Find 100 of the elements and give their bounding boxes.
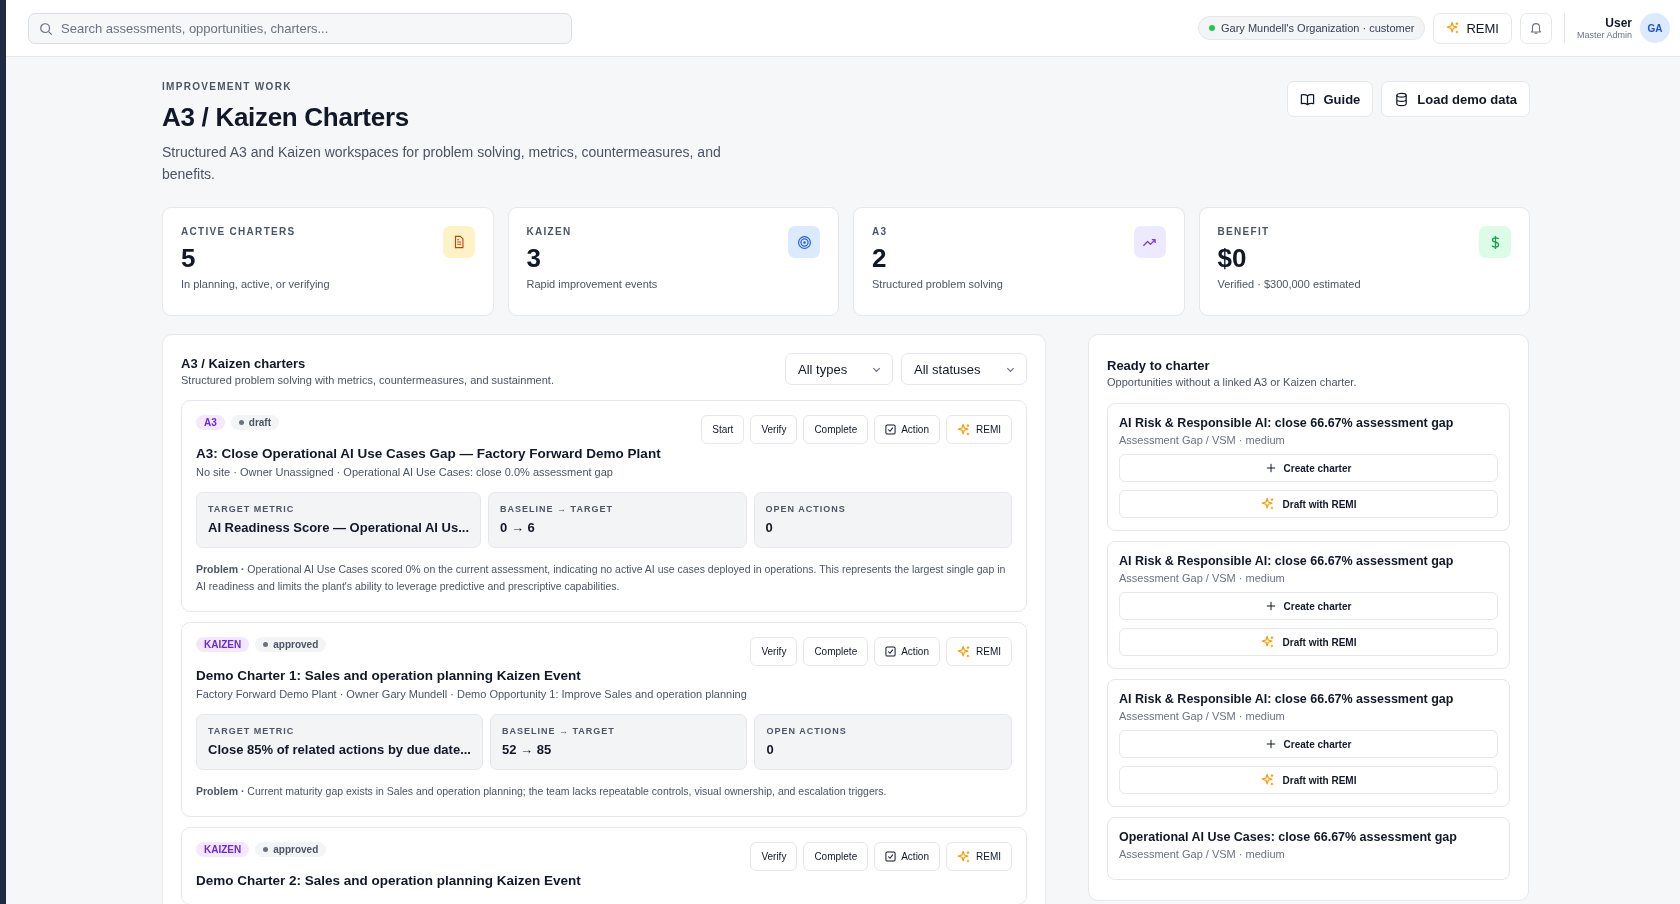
book-icon (1300, 91, 1316, 107)
plus-icon (1265, 601, 1276, 611)
opportunity-meta: Assessment Gap / VSM · medium (1119, 710, 1286, 722)
stat-value: 5 (181, 243, 197, 274)
type-tag: A3 (196, 415, 225, 430)
bell-icon (1528, 21, 1543, 35)
opportunity-meta: Assessment Gap / VSM · medium (1119, 848, 1286, 860)
trend-icon (1133, 226, 1166, 258)
sparkle-icon (1260, 497, 1275, 511)
action-button[interactable]: Action (874, 415, 940, 444)
remi-button[interactable]: REMI (946, 415, 1012, 444)
create-charter-button[interactable]: Create charter (1119, 592, 1498, 620)
checkbox-icon (885, 646, 897, 657)
target-icon (788, 226, 820, 258)
opportunity-title: Operational AI Use Cases: close 66.67% assessment gap (1119, 830, 1458, 844)
metric-label: TARGET METRIC (208, 726, 296, 736)
page-description: Structured A3 and Kaizen workspaces for problem solving, metrics, countermeasures, and benefits. (162, 143, 722, 184)
opportunity-meta: Assessment Gap / VSM · medium (1119, 434, 1286, 446)
charter-action-button[interactable]: Complete (803, 842, 869, 871)
remi-button[interactable]: REMI (946, 842, 1012, 871)
charter-meta: No site · Owner Unassigned · Operational AI Use Cases: close 0.0% assessment gap (196, 466, 614, 478)
status-tag: approved (255, 637, 327, 652)
sparkle-icon (957, 422, 971, 437)
problem-statement: Problem · Operational AI Use Cases scored 0% on the current assessment, indicating no active AI use cases deployed in operations. This represents the largest single gap in AI readiness and limits the plant's ability to leverage predictive and prescriptive capabilities. (196, 562, 1007, 594)
checkbox-icon (885, 424, 897, 435)
user-avatar[interactable]: GA (1640, 13, 1670, 43)
organization-pill[interactable]: Gary Mundell's Organization · customer (1198, 16, 1426, 40)
guide-button[interactable]: Guide (1287, 81, 1374, 117)
database-icon (1394, 91, 1410, 107)
charter-action-button[interactable]: Verify (750, 842, 798, 871)
plus-icon (1265, 463, 1276, 473)
stat-value: 2 (872, 243, 888, 274)
remi-button[interactable]: REMI (1433, 12, 1512, 44)
draft-remi-button[interactable]: Draft with REMI (1119, 628, 1498, 656)
remi-button[interactable]: REMI (946, 637, 1012, 666)
page-title: A3 / Kaizen Charters (162, 102, 410, 133)
stat-value: 3 (526, 243, 542, 274)
checkbox-icon (885, 851, 897, 862)
charter-action-button[interactable]: Verify (750, 415, 798, 444)
notifications-button[interactable] (1519, 12, 1552, 44)
document-icon (442, 226, 475, 258)
metric-value: 0 (765, 520, 774, 535)
filter-dropdown[interactable]: All types (785, 353, 893, 385)
create-charter-button[interactable]: Create charter (1119, 730, 1498, 758)
plus-icon (1265, 739, 1276, 749)
panel-title: A3 / Kaizen charters (181, 356, 307, 371)
opportunity-meta: Assessment Gap / VSM · medium (1119, 572, 1286, 584)
stat-label: A3 (872, 226, 889, 237)
metric-label: OPEN ACTIONS (766, 726, 848, 736)
sparkle-icon (957, 644, 971, 659)
charter-action-button[interactable]: Complete (803, 637, 869, 666)
panel-subtitle: Structured problem solving with metrics, countermeasures, and sustainment. (181, 374, 554, 386)
stat-note: Verified · $300,000 estimated (1217, 278, 1361, 290)
charter-action-button[interactable]: Complete (803, 415, 869, 444)
problem-statement: Problem · Current maturity gap exists in Sales and operation planning; the team lacks repeatable controls, visual ownership, and escalation triggers. (196, 784, 888, 799)
stat-note: In planning, active, or verifying (181, 278, 330, 290)
charter-action-button[interactable]: Verify (750, 637, 798, 666)
charter-title[interactable]: Demo Charter 2: Sales and operation planning Kaizen Event (196, 873, 1012, 888)
metric-value: 0 (766, 742, 775, 757)
panel-title: Ready to charter (1107, 358, 1211, 373)
stat-note: Structured problem solving (872, 278, 1003, 290)
metric-value: AI Readiness Score — Operational AI Us... (208, 520, 470, 535)
filter-dropdown[interactable]: All statuses (901, 353, 1027, 385)
metric-value: 0 → 6 (500, 520, 536, 535)
type-tag: KAIZEN (196, 637, 250, 652)
sparkle-icon (1446, 21, 1461, 35)
sparkle-icon (1260, 635, 1275, 649)
stat-value: $0 (1217, 243, 1248, 274)
stat-label: ACTIVE CHARTERS (181, 226, 297, 237)
metric-value: Close 85% of related actions by due date... (208, 742, 471, 757)
metric-value: 52 → 85 (501, 742, 553, 757)
search-icon (39, 21, 53, 36)
status-tag: draft (230, 415, 280, 430)
opportunity-title: AI Risk & Responsible AI: close 66.67% assessment gap (1119, 554, 1455, 568)
type-tag: KAIZEN (196, 842, 250, 857)
draft-remi-button[interactable]: Draft with REMI (1119, 490, 1498, 518)
stat-note: Rapid improvement events (526, 278, 658, 290)
stat-label: BENEFIT (1217, 226, 1271, 237)
stat-label: KAIZEN (526, 226, 573, 237)
search-field[interactable]: Search assessments, opportunities, charters... (28, 12, 572, 44)
draft-remi-button[interactable]: Draft with REMI (1119, 766, 1498, 794)
metric-label: BASELINE → TARGET (500, 504, 614, 514)
status-dot-icon (1209, 25, 1215, 31)
status-tag: approved (255, 842, 327, 857)
create-charter-button[interactable]: Create charter (1119, 454, 1498, 482)
opportunity-title: AI Risk & Responsible AI: close 66.67% assessment gap (1119, 692, 1455, 706)
user-role: Master Admin (1576, 30, 1632, 40)
sparkle-icon (957, 849, 971, 864)
charter-title[interactable]: A3: Close Operational AI Use Cases Gap — Factory Forward Demo Plant (196, 446, 1012, 461)
section-eyebrow: IMPROVEMENT WORK (162, 81, 293, 92)
metric-label: BASELINE → TARGET (501, 726, 616, 736)
sparkle-icon (1260, 773, 1275, 787)
metric-label: OPEN ACTIONS (765, 504, 847, 514)
action-button[interactable]: Action (874, 637, 940, 666)
charter-action-button[interactable]: Start (701, 415, 745, 444)
opportunity-title: AI Risk & Responsible AI: close 66.67% assessment gap (1119, 416, 1455, 430)
panel-subtitle: Opportunities without a linked A3 or Kaizen charter. (1107, 376, 1358, 388)
action-button[interactable]: Action (874, 842, 940, 871)
load-demo-button[interactable]: Load demo data (1381, 81, 1530, 117)
charter-title[interactable]: Demo Charter 1: Sales and operation planning Kaizen Event (196, 668, 1012, 683)
